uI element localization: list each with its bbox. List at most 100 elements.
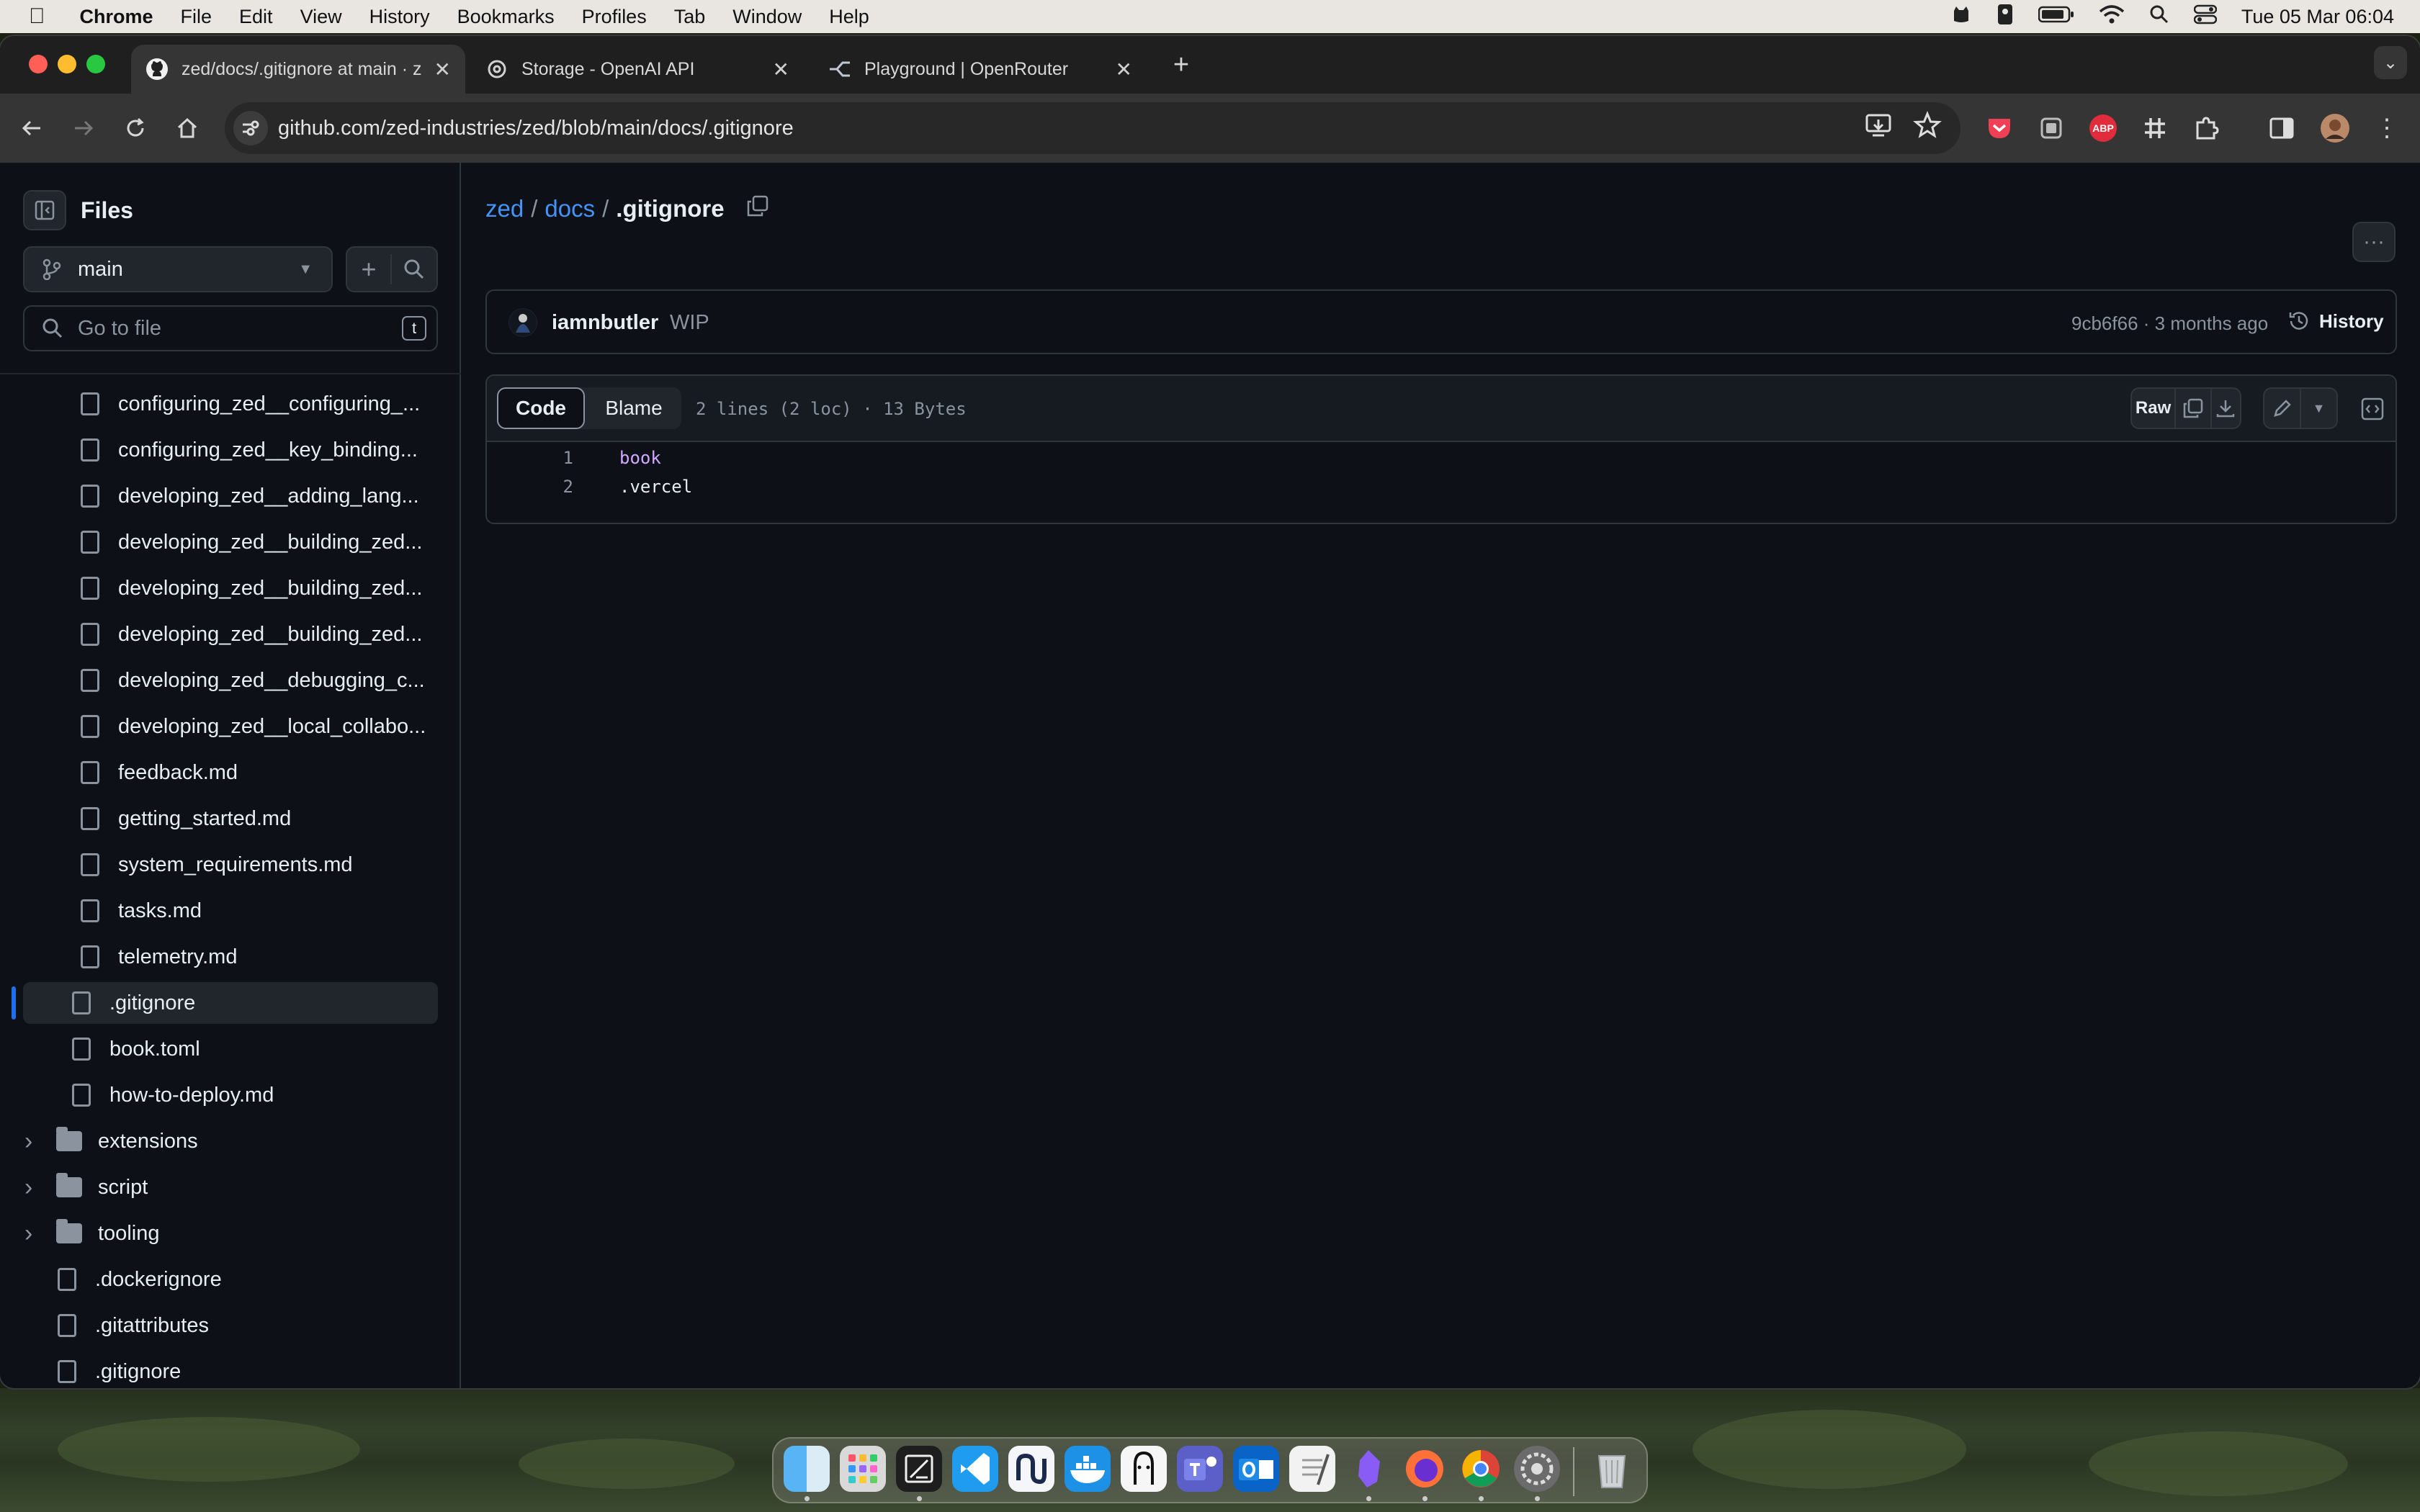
tree-folder-row[interactable]: › tooling xyxy=(24,1212,159,1254)
tree-file-row[interactable]: configuring_zed__key_binding... xyxy=(81,429,418,471)
back-arrow-icon[interactable] xyxy=(14,111,49,145)
battery-icon[interactable] xyxy=(2038,5,2074,29)
teams-icon[interactable] xyxy=(1177,1446,1223,1492)
tree-file-row[interactable]: .gitignore xyxy=(58,1351,181,1388)
commit-message[interactable]: WIP xyxy=(670,311,709,335)
apple-menu-icon[interactable]:  xyxy=(29,4,45,29)
cat-status-icon[interactable] xyxy=(1950,4,1972,30)
tree-file-row[interactable]: telemetry.md xyxy=(81,936,237,978)
home-icon[interactable] xyxy=(170,111,205,145)
commit-hash-age[interactable]: 9cb6f66 · 3 months ago xyxy=(2071,312,2268,335)
tree-file-row[interactable]: developing_zed__local_collabo... xyxy=(81,706,426,747)
collapse-sidebar-icon[interactable] xyxy=(23,190,66,230)
tree-file-row[interactable]: developing_zed__debugging_c... xyxy=(81,660,425,701)
menu-history[interactable]: History xyxy=(369,6,430,28)
close-tab-icon[interactable]: ✕ xyxy=(1116,58,1132,81)
tree-file-row[interactable]: book.toml xyxy=(72,1028,200,1070)
tree-file-row[interactable]: .gitattributes xyxy=(58,1305,209,1346)
menu-tab[interactable]: Tab xyxy=(674,6,706,28)
spotlight-search-icon[interactable] xyxy=(2149,4,2169,30)
tree-folder-row[interactable]: › script xyxy=(24,1166,148,1208)
menu-window[interactable]: Window xyxy=(732,6,802,28)
minimize-window-button[interactable] xyxy=(58,55,76,73)
ollama-icon[interactable] xyxy=(1121,1446,1167,1492)
screenshot-extension-icon[interactable] xyxy=(2034,111,2069,145)
grid-hash-extension-icon[interactable] xyxy=(2138,111,2172,145)
pocket-extension-icon[interactable] xyxy=(1982,111,2017,145)
outlook-icon[interactable] xyxy=(1233,1446,1279,1492)
tree-file-row[interactable]: configuring_zed__configuring_... xyxy=(81,383,420,425)
menu-profiles[interactable]: Profiles xyxy=(582,6,647,28)
more-options-icon[interactable]: ··· xyxy=(2352,222,2396,262)
site-info-icon[interactable] xyxy=(233,111,268,145)
forward-arrow-icon[interactable] xyxy=(66,111,101,145)
author-avatar[interactable] xyxy=(508,308,537,337)
chevron-right-icon[interactable]: › xyxy=(24,1220,46,1248)
tree-file-row[interactable]: .gitignore xyxy=(12,982,438,1024)
menu-view[interactable]: View xyxy=(300,6,342,28)
tree-file-row[interactable]: developing_zed__building_zed... xyxy=(81,521,422,563)
tab-code[interactable]: Code xyxy=(497,387,585,429)
textedit-icon[interactable] xyxy=(1289,1446,1335,1492)
url-text[interactable]: github.com/zed-industries/zed/blob/main/… xyxy=(278,117,794,140)
search-icon[interactable] xyxy=(392,258,436,280)
close-tab-icon[interactable]: ✕ xyxy=(773,58,789,81)
edit-pencil-icon[interactable] xyxy=(2264,389,2301,428)
tree-file-row[interactable]: developing_zed__building_zed... xyxy=(81,567,422,609)
chrome-icon[interactable] xyxy=(1458,1446,1504,1492)
install-app-icon[interactable] xyxy=(1864,111,1893,143)
zoom-window-button[interactable] xyxy=(86,55,105,73)
system-settings-icon[interactable] xyxy=(1514,1446,1560,1492)
obsidian-icon[interactable] xyxy=(1345,1446,1392,1492)
tree-file-row[interactable]: .dockerignore xyxy=(58,1259,222,1300)
firefox-icon[interactable] xyxy=(1402,1446,1448,1492)
menu-bookmarks[interactable]: Bookmarks xyxy=(457,6,555,28)
add-file-icon[interactable]: + xyxy=(347,254,393,284)
tab-blame[interactable]: Blame xyxy=(586,387,681,429)
raw-button[interactable]: Raw xyxy=(2132,398,2174,418)
tab-openrouter[interactable]: Playground | OpenRouter ✕ xyxy=(814,45,1147,94)
tree-file-row[interactable]: tasks.md xyxy=(81,890,202,932)
copy-raw-icon[interactable] xyxy=(2174,389,2210,428)
zed-editor-icon[interactable] xyxy=(896,1446,942,1492)
menu-app-name[interactable]: Chrome xyxy=(80,6,153,28)
tab-search-chevron-icon[interactable]: ⌄ xyxy=(2374,46,2407,79)
wifi-icon[interactable] xyxy=(2099,4,2125,30)
remote-desktop-icon[interactable] xyxy=(1008,1446,1054,1492)
download-icon[interactable] xyxy=(2210,389,2240,428)
close-tab-icon[interactable]: ✕ xyxy=(434,58,451,81)
tab-github[interactable]: zed/docs/.gitignore at main · z ✕ xyxy=(131,45,465,94)
launchpad-icon[interactable] xyxy=(840,1446,886,1492)
close-window-button[interactable] xyxy=(29,55,48,73)
tree-file-row[interactable]: system_requirements.md xyxy=(81,844,353,886)
finder-icon[interactable] xyxy=(784,1446,830,1492)
trash-icon[interactable] xyxy=(1589,1446,1635,1492)
menu-file[interactable]: File xyxy=(181,6,212,28)
menu-edit[interactable]: Edit xyxy=(239,6,273,28)
chevron-right-icon[interactable]: › xyxy=(24,1128,46,1156)
history-button[interactable]: History xyxy=(2287,310,2384,333)
copy-path-icon[interactable] xyxy=(746,194,769,223)
new-tab-button[interactable]: + xyxy=(1164,48,1198,82)
tree-file-row[interactable]: developing_zed__adding_lang... xyxy=(81,475,419,517)
tree-file-row[interactable]: how-to-deploy.md xyxy=(72,1074,274,1116)
profile-avatar[interactable] xyxy=(2318,111,2352,145)
side-panel-icon[interactable] xyxy=(2264,111,2299,145)
tree-file-row[interactable]: getting_started.md xyxy=(81,798,291,840)
adblock-plus-icon[interactable]: ABP xyxy=(2086,111,2120,145)
line-number[interactable]: 1 xyxy=(530,448,573,468)
menubar-clock[interactable]: Tue 05 Mar 06:04 xyxy=(2241,6,2394,28)
bookmark-star-icon[interactable] xyxy=(1913,111,1942,143)
reload-icon[interactable] xyxy=(118,111,153,145)
profile-status-icon[interactable] xyxy=(1996,4,2014,30)
vscode-icon[interactable] xyxy=(952,1446,998,1492)
breadcrumb-folder-link[interactable]: docs xyxy=(544,195,595,222)
symbols-panel-icon[interactable] xyxy=(2357,393,2388,425)
line-number[interactable]: 2 xyxy=(530,477,573,497)
menu-help[interactable]: Help xyxy=(829,6,869,28)
edit-dropdown-caret-icon[interactable]: ▼ xyxy=(2301,401,2336,416)
chrome-menu-kebab-icon[interactable]: ⋮ xyxy=(2370,111,2404,145)
tab-openai-storage[interactable]: Storage - OpenAI API ✕ xyxy=(471,45,804,94)
commit-author[interactable]: iamnbutler xyxy=(552,311,658,335)
branch-selector[interactable]: main ▼ xyxy=(23,246,333,292)
